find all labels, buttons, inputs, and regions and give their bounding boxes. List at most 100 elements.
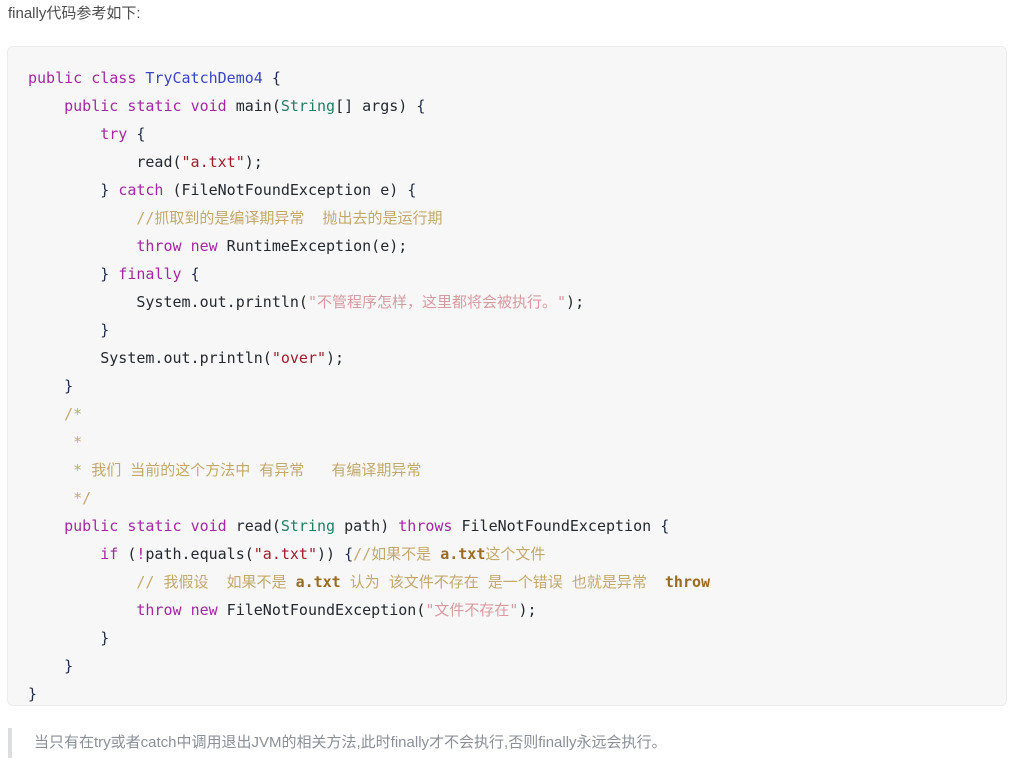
code-token: );	[566, 293, 585, 311]
code-line: read("a.txt");	[28, 148, 1006, 176]
code-line: }	[28, 652, 1006, 680]
code-token: RuntimeException(e);	[217, 237, 408, 255]
code-token: path.equals(	[145, 545, 254, 563]
code-token: );	[244, 153, 263, 171]
code-token: */	[73, 489, 92, 507]
intro-text: finally代码参考如下:	[8, 5, 141, 22]
code-token: read	[235, 517, 272, 535]
code-token: 这个文件	[485, 545, 546, 563]
code-token: 认为 该文件不存在 是一个错误 也就是异常	[340, 573, 665, 591]
code-token: static	[127, 517, 182, 535]
code-token: {	[660, 517, 670, 535]
code-token: TryCatchDemo4	[145, 69, 263, 87]
code-token: );	[518, 601, 537, 619]
code-line: }	[28, 624, 1006, 652]
code-line: /*	[28, 400, 1006, 428]
code-token: System.out.println(	[28, 349, 272, 367]
code-token: throws	[398, 517, 453, 535]
code-line: // 我假设 如果不是 a.txt 认为 该文件不存在 是一个错误 也就是异常 …	[28, 568, 1006, 596]
code-token: try	[100, 125, 128, 143]
code-token: );	[326, 349, 345, 367]
code-token: public	[64, 517, 119, 535]
code-token: "over"	[271, 349, 327, 367]
code-token: void	[190, 97, 227, 115]
code-token: throw	[136, 237, 182, 255]
code-token: (	[118, 545, 137, 563]
code-token: FileNotFoundException	[452, 517, 661, 535]
code-token: {	[344, 545, 354, 563]
page-root: finally代码参考如下: public class TryCatchDemo…	[0, 0, 1015, 769]
code-token: //抓取到的是编译期异常 抛出去的是运行期	[136, 209, 443, 227]
code-token: }	[100, 265, 110, 283]
code-token: (	[271, 517, 281, 535]
code-token: }	[28, 685, 38, 703]
code-line: public class TryCatchDemo4 {	[28, 64, 1006, 92]
code-token: path)	[335, 517, 399, 535]
code-token: "不管程序怎样，这里都将会被执行。"	[307, 293, 567, 311]
code-line: * 我们 当前的这个方法中 有异常 有编译期异常	[28, 456, 1006, 484]
code-token: public	[64, 97, 119, 115]
code-token: String	[280, 97, 336, 115]
code-line: } finally {	[28, 260, 1006, 288]
code-token: *	[73, 433, 83, 451]
code-token: ))	[317, 545, 345, 563]
code-token: new	[190, 237, 218, 255]
code-token: void	[190, 517, 227, 535]
code-token: // 我假设 如果不是	[136, 573, 296, 591]
code-token: {	[407, 181, 417, 199]
code-token: if	[100, 545, 119, 563]
code-line: } catch (FileNotFoundException e) {	[28, 176, 1006, 204]
code-token: {	[271, 69, 281, 87]
code-token: System.out.println(	[28, 293, 308, 311]
code-line: }	[28, 680, 1006, 705]
code-token: a.txt	[440, 545, 486, 563]
code-token: }	[100, 181, 110, 199]
code-content[interactable]: public class TryCatchDemo4 { public stat…	[8, 47, 1006, 705]
note-blockquote: 当只有在try或者catch中调用退出JVM的相关方法,此时finally才不会…	[8, 728, 1007, 758]
code-line: throw new FileNotFoundException("文件不存在")…	[28, 596, 1006, 624]
code-token: throw	[136, 601, 182, 619]
code-token: static	[127, 97, 182, 115]
code-token: throw	[664, 573, 711, 591]
code-line: }	[28, 372, 1006, 400]
code-line: public static void read(String path) thr…	[28, 512, 1006, 540]
code-token: new	[190, 601, 218, 619]
code-token: * 我们 当前的这个方法中 有异常 有编译期异常	[73, 461, 422, 479]
code-line: System.out.println("不管程序怎样，这里都将会被执行。");	[28, 288, 1006, 316]
code-token: "文件不存在"	[425, 601, 519, 619]
code-line: //抓取到的是编译期异常 抛出去的是运行期	[28, 204, 1006, 232]
code-token: main	[235, 97, 272, 115]
code-token: "a.txt"	[181, 153, 245, 171]
code-token: }	[100, 321, 110, 339]
code-line: */	[28, 484, 1006, 512]
code-token: //如果不是	[353, 545, 441, 563]
code-line: *	[28, 428, 1006, 456]
code-token: /*	[64, 405, 83, 423]
code-token: }	[100, 629, 110, 647]
code-token: finally	[118, 265, 182, 283]
code-token: {	[190, 265, 200, 283]
code-token: a.txt	[295, 573, 341, 591]
